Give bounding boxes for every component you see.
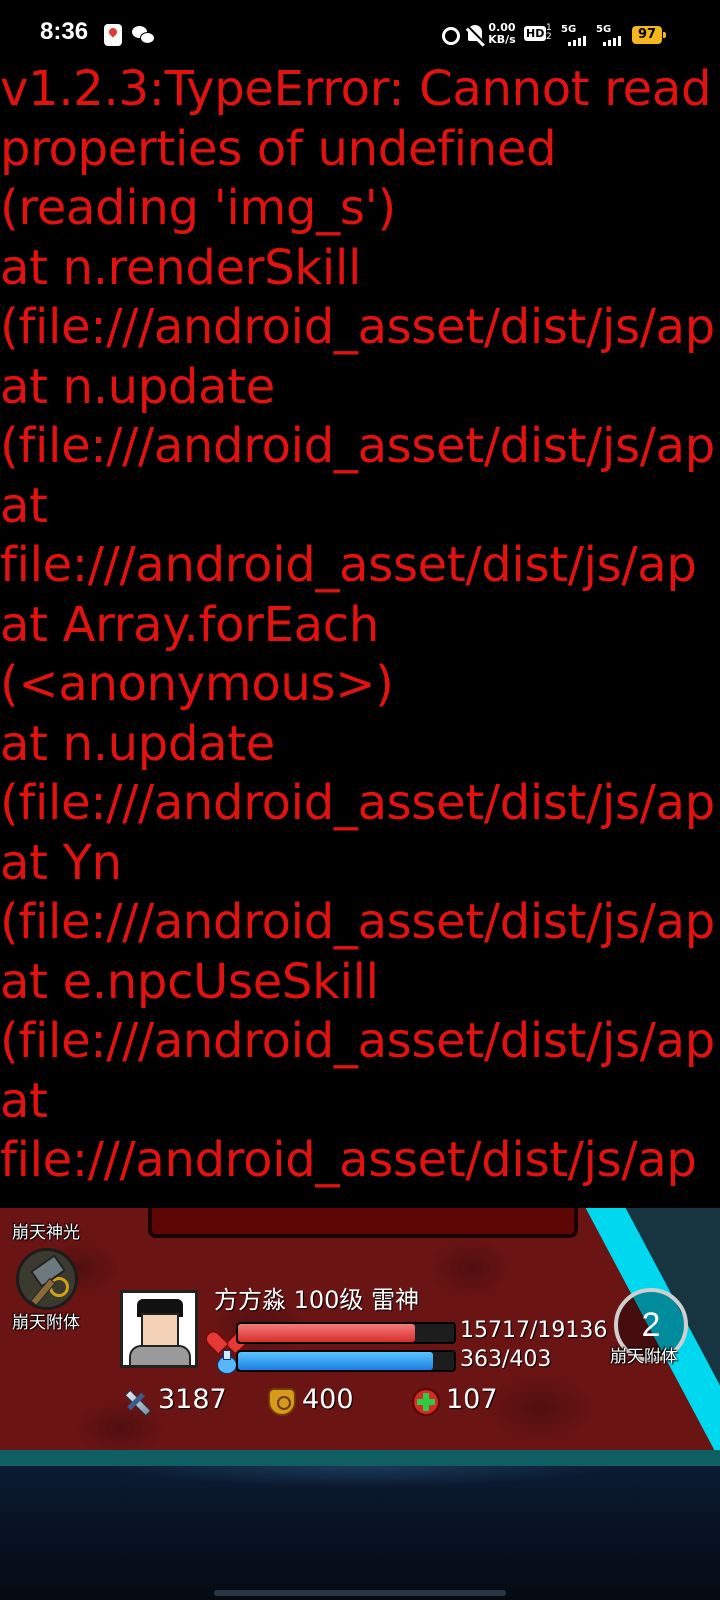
error-message: v1.2.3:TypeError: Cannot read properties…: [0, 61, 715, 1188]
shield-icon: [268, 1388, 296, 1416]
attack-value: 3187: [158, 1384, 227, 1415]
mp-bar-fill: [238, 1352, 433, 1370]
avatar-face: [141, 1313, 179, 1347]
hp-bar: [236, 1322, 456, 1344]
signal-label-1: 5G: [561, 24, 577, 35]
hp-value: 15717/19136: [460, 1318, 608, 1343]
mp-value: 363/403: [460, 1347, 552, 1372]
hp-bar-fill: [238, 1324, 416, 1342]
skill-label-bottom: 崩天附体: [12, 1313, 80, 1333]
net-speed-unit: KB/s: [488, 33, 516, 46]
battery-icon: 97: [632, 26, 666, 44]
mp-bar: [236, 1350, 456, 1372]
heal-cross-icon: [412, 1388, 440, 1416]
avatar-body: [129, 1345, 191, 1365]
player-name: 方方淼 100级 雷神: [214, 1286, 420, 1314]
bell-off-icon: [466, 25, 484, 45]
heart-icon: [214, 1322, 238, 1344]
player-avatar[interactable]: [120, 1290, 198, 1368]
net-speed: 0.00 KB/s: [484, 22, 520, 46]
teal-strip: [0, 1450, 720, 1466]
heal-value: 107: [446, 1384, 498, 1415]
skill-label-top: 崩天神光: [12, 1223, 80, 1243]
sword-icon: [122, 1388, 150, 1416]
signal-icon: [568, 36, 586, 46]
hd-sub: 1 2: [546, 23, 552, 42]
alarm-icon: [442, 27, 460, 45]
potion-icon: [214, 1348, 237, 1374]
gesture-nav-handle[interactable]: [214, 1590, 506, 1596]
wechat-icon: [132, 26, 155, 44]
game-panel: 崩天神光 崩天附体 方方淼 100级 雷神 15717/19136 363/40…: [0, 1208, 720, 1466]
skill-counter-label: 崩天附体: [610, 1347, 678, 1367]
skill-hammer-button[interactable]: [16, 1248, 78, 1310]
enemy-health-bar: [148, 1208, 578, 1238]
map-icon: [104, 24, 122, 46]
hd-icon: HD: [524, 26, 547, 41]
signal-label-2: 5G: [596, 24, 612, 35]
bottom-scene: [0, 1466, 720, 1600]
signal-icon: [603, 36, 621, 46]
status-time: 8:36: [40, 18, 89, 45]
defense-value: 400: [302, 1384, 354, 1415]
